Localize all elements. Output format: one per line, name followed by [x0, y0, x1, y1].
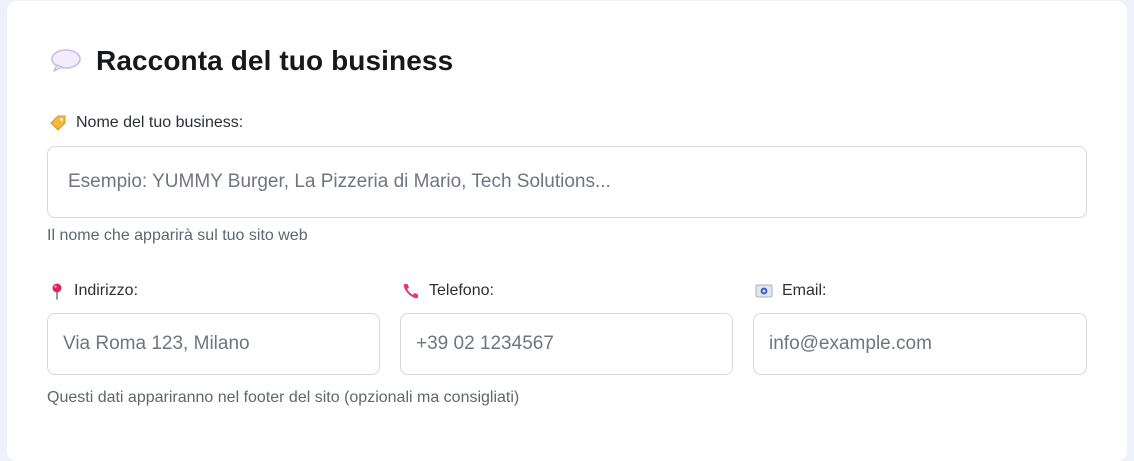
phone-label-text: Telefono:: [429, 282, 494, 299]
address-label: Indirizzo:: [49, 281, 138, 301]
address-input[interactable]: [47, 313, 380, 375]
business-name-label: Nome del tuo business:: [49, 113, 243, 133]
phone-label: Telefono:: [402, 281, 494, 301]
speech-bubble-icon: [50, 48, 82, 74]
tag-icon: [49, 114, 67, 132]
contacts-help: Questi dati appariranno nel footer del s…: [47, 389, 520, 406]
business-info-card: Racconta del tuo business Nome del tuo b…: [7, 1, 1127, 461]
pin-icon: [49, 282, 65, 300]
page-title: Racconta del tuo business: [96, 45, 454, 76]
section-header: Racconta del tuo business: [50, 43, 453, 79]
email-label: Email:: [755, 281, 826, 301]
phone-icon: [402, 282, 420, 300]
business-name-input[interactable]: [47, 146, 1087, 218]
business-name-help: Il nome che apparirà sul tuo sito web: [47, 227, 308, 244]
address-label-text: Indirizzo:: [74, 282, 139, 299]
email-icon: [755, 283, 773, 299]
email-label-text: Email:: [782, 282, 827, 299]
business-name-label-text: Nome del tuo business:: [76, 114, 244, 131]
phone-input[interactable]: [400, 313, 733, 375]
email-input[interactable]: [753, 313, 1087, 375]
